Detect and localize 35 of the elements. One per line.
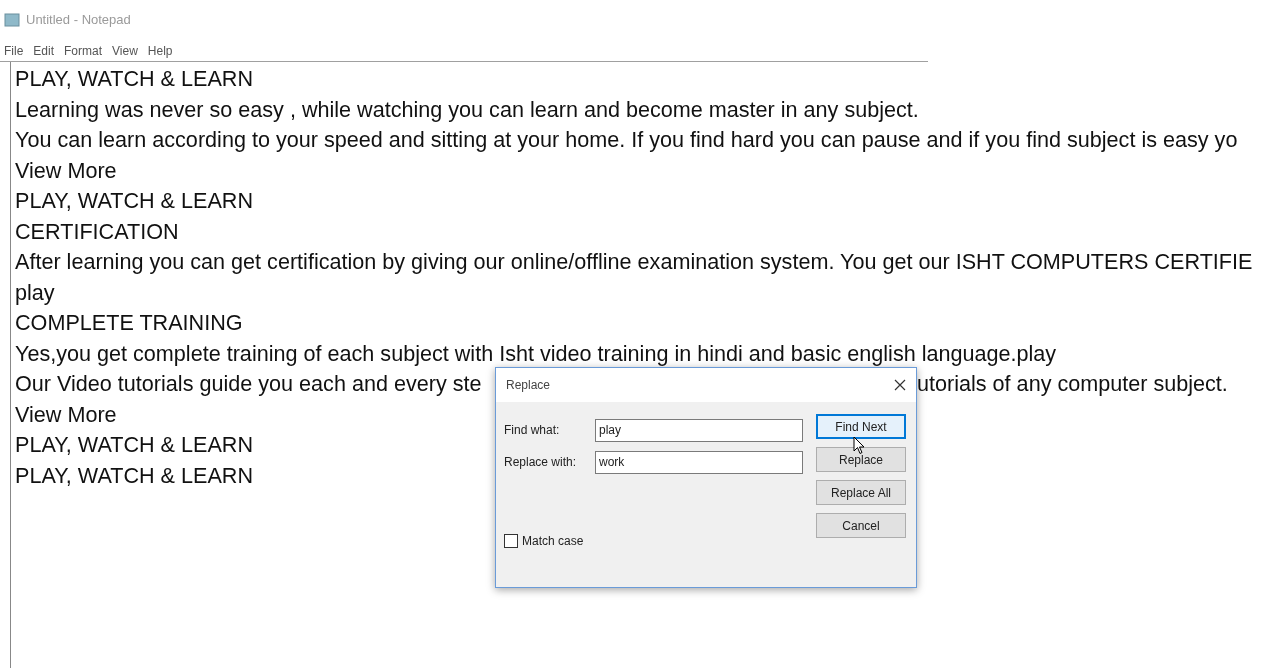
text-line: Learning was never so easy , while watching you can learn and become master in any subject. <box>15 96 919 122</box>
menu-item[interactable]: File <box>4 41 24 60</box>
match-case-checkbox[interactable] <box>504 534 518 548</box>
text-line: CERTIFICATION <box>15 218 179 244</box>
dialog-button[interactable]: Cancel <box>816 513 906 538</box>
text-line: PLAY, WATCH & LEARN <box>15 432 253 457</box>
text-field[interactable]: work <box>595 450 803 474</box>
text-field[interactable]: play <box>595 418 803 442</box>
checkbox-label: Match case <box>522 533 584 550</box>
text-line: PLAY, WATCH & LEARN <box>15 462 253 488</box>
menu-item[interactable]: Format <box>64 41 103 60</box>
mouse-pointer-icon <box>853 436 865 455</box>
text-line: Our Video tutorials guide you each and every ste <box>15 371 482 396</box>
dialog-button[interactable]: Replace All <box>816 480 906 505</box>
menu-item[interactable]: Edit <box>33 41 55 60</box>
text-line: PLAY, WATCH & LEARN <box>15 188 253 213</box>
text-line: Yes,you get complete training of each subject with Isht video training in hindi and basic english language.play <box>15 340 1057 366</box>
dialog-button[interactable]: Find Next <box>816 414 906 439</box>
text-line: After learning you can get certification by giving our online/offline examination system. You get our ISHT COMPUTERS CERTIFIE <box>15 249 1253 274</box>
text-line: View More <box>15 157 117 183</box>
text-line: play <box>15 279 55 305</box>
text-line: COMPLETE TRAINING <box>15 310 243 335</box>
field-label: Replace with: <box>504 454 578 471</box>
text-line: utorials of any computer subject. <box>917 370 1228 398</box>
menu-item[interactable]: Help <box>147 41 173 60</box>
dialog-title: Replace <box>506 377 551 394</box>
close-icon[interactable] <box>894 379 906 391</box>
text-line: View More <box>15 401 117 427</box>
dialog-button[interactable]: Replace <box>816 447 906 472</box>
notepad-icon <box>4 13 20 27</box>
field-label: Find what: <box>504 422 561 439</box>
text-line: PLAY, WATCH & LEARN <box>15 66 253 91</box>
window-title: Untitled - Notepad <box>26 11 131 30</box>
menu-item[interactable]: View <box>112 41 138 60</box>
text-line: You can learn according to your speed and sitting at your home. If you find hard you can pause and if you find subject is easy yo <box>15 127 1238 152</box>
